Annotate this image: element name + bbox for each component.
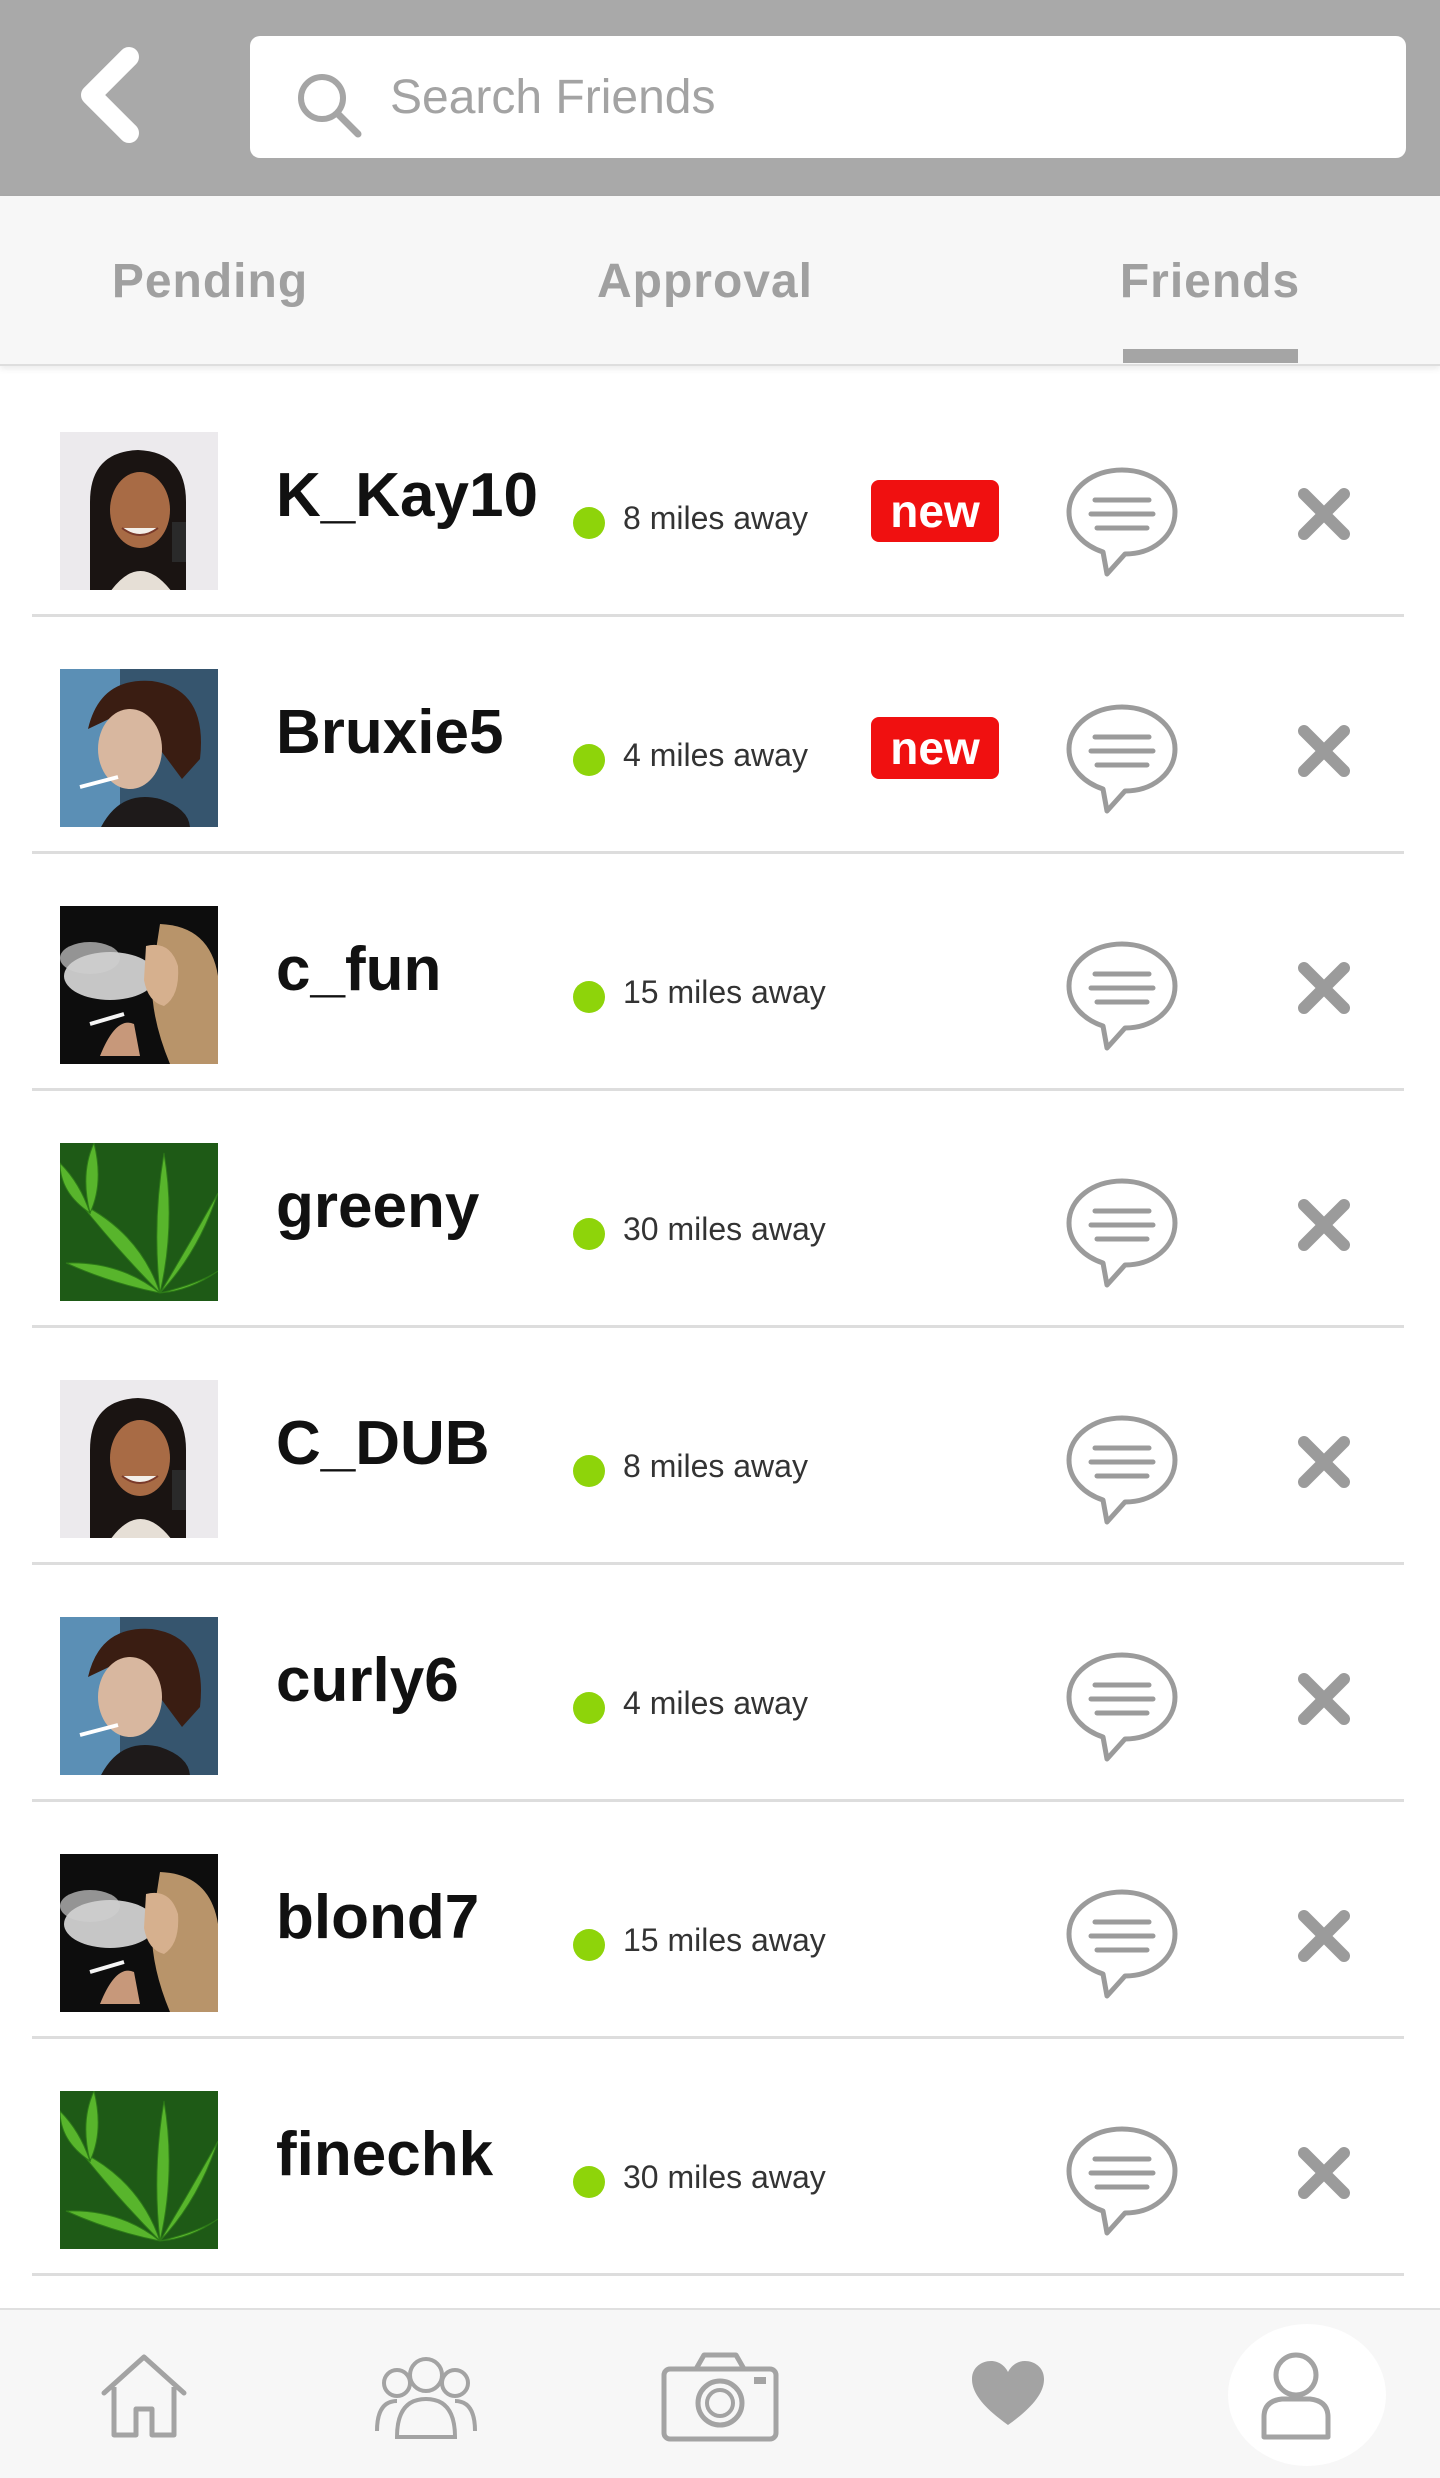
remove-friend-button[interactable] bbox=[1294, 1906, 1354, 1966]
chat-button[interactable] bbox=[1063, 462, 1181, 580]
close-icon bbox=[1298, 2147, 1350, 2199]
chat-button[interactable] bbox=[1063, 936, 1181, 1054]
remove-friend-button[interactable] bbox=[1294, 1195, 1354, 1255]
username[interactable]: C_DUB bbox=[276, 1408, 490, 1479]
profile-icon bbox=[1261, 2352, 1331, 2440]
username[interactable]: blond7 bbox=[276, 1882, 479, 1953]
chat-button[interactable] bbox=[1063, 1173, 1181, 1291]
username[interactable]: finechk bbox=[276, 2119, 493, 2190]
username[interactable]: curly6 bbox=[276, 1645, 459, 1716]
friend-row[interactable]: finechk 30 miles away bbox=[0, 2039, 1440, 2276]
close-icon bbox=[1298, 1673, 1350, 1725]
online-status-dot bbox=[573, 981, 605, 1013]
chat-bubble-icon bbox=[1066, 1889, 1178, 1999]
chat-bubble-icon bbox=[1066, 467, 1178, 577]
close-icon bbox=[1298, 1910, 1350, 1962]
close-icon bbox=[1298, 962, 1350, 1014]
friend-row[interactable]: curly6 4 miles away bbox=[0, 1565, 1440, 1802]
row-divider bbox=[32, 2273, 1404, 2276]
online-status-dot bbox=[573, 1692, 605, 1724]
remove-friend-button[interactable] bbox=[1294, 1432, 1354, 1492]
avatar[interactable] bbox=[60, 1854, 218, 2012]
tab-bar: Pending Approval Friends bbox=[0, 196, 1440, 366]
chat-button[interactable] bbox=[1063, 2121, 1181, 2239]
camera-icon bbox=[661, 2352, 779, 2442]
home-icon bbox=[101, 2354, 187, 2438]
search-input[interactable] bbox=[390, 58, 1350, 136]
distance-label: 4 miles away bbox=[623, 1685, 808, 1721]
friend-row[interactable]: C_DUB 8 miles away bbox=[0, 1328, 1440, 1565]
friend-row[interactable]: c_fun 15 miles away bbox=[0, 854, 1440, 1091]
online-status-dot bbox=[573, 2166, 605, 2198]
chat-bubble-icon bbox=[1066, 941, 1178, 1051]
remove-friend-button[interactable] bbox=[1294, 721, 1354, 781]
close-icon bbox=[1298, 488, 1350, 540]
nav-camera[interactable] bbox=[660, 2340, 780, 2450]
distance-label: 15 miles away bbox=[623, 974, 826, 1010]
distance-label: 30 miles away bbox=[623, 1211, 826, 1247]
close-icon bbox=[1298, 1436, 1350, 1488]
chat-bubble-icon bbox=[1066, 704, 1178, 814]
chat-bubble-icon bbox=[1066, 1178, 1178, 1288]
back-button[interactable] bbox=[62, 40, 162, 150]
close-icon bbox=[1298, 1199, 1350, 1251]
chat-bubble-icon bbox=[1066, 1652, 1178, 1762]
avatar[interactable] bbox=[60, 2091, 218, 2249]
friend-row[interactable]: Bruxie5 4 miles away new bbox=[0, 617, 1440, 854]
close-icon bbox=[1298, 725, 1350, 777]
nav-favorites[interactable] bbox=[948, 2340, 1068, 2450]
distance-label: 15 miles away bbox=[623, 1922, 826, 1958]
search-bar[interactable] bbox=[250, 36, 1406, 158]
chat-bubble-icon bbox=[1066, 1415, 1178, 1525]
chat-button[interactable] bbox=[1063, 1884, 1181, 2002]
username[interactable]: Bruxie5 bbox=[276, 697, 503, 768]
avatar[interactable] bbox=[60, 1617, 218, 1775]
group-icon bbox=[375, 2357, 477, 2439]
online-status-dot bbox=[573, 744, 605, 776]
chat-button[interactable] bbox=[1063, 1647, 1181, 1765]
friend-row[interactable]: greeny 30 miles away bbox=[0, 1091, 1440, 1328]
username[interactable]: K_Kay10 bbox=[276, 460, 538, 531]
online-status-dot bbox=[573, 507, 605, 539]
distance-label: 30 miles away bbox=[623, 2159, 826, 2195]
username[interactable]: c_fun bbox=[276, 934, 441, 1005]
online-status-dot bbox=[573, 1218, 605, 1250]
friend-row[interactable]: blond7 15 miles away bbox=[0, 1802, 1440, 2039]
nav-groups[interactable] bbox=[366, 2340, 486, 2450]
avatar[interactable] bbox=[60, 1143, 218, 1301]
online-status-dot bbox=[573, 1929, 605, 1961]
tab-approval[interactable]: Approval bbox=[560, 196, 850, 366]
top-bar bbox=[0, 0, 1440, 196]
avatar[interactable] bbox=[60, 669, 218, 827]
remove-friend-button[interactable] bbox=[1294, 1669, 1354, 1729]
chat-bubble-icon bbox=[1066, 2126, 1178, 2236]
new-badge: new bbox=[871, 717, 999, 779]
remove-friend-button[interactable] bbox=[1294, 484, 1354, 544]
bottom-nav bbox=[0, 2308, 1440, 2478]
search-icon bbox=[298, 74, 362, 138]
nav-profile[interactable] bbox=[1236, 2340, 1356, 2450]
friend-row[interactable]: K_Kay10 8 miles away new bbox=[0, 380, 1440, 617]
online-status-dot bbox=[573, 1455, 605, 1487]
distance-label: 8 miles away bbox=[623, 1448, 808, 1484]
remove-friend-button[interactable] bbox=[1294, 2143, 1354, 2203]
remove-friend-button[interactable] bbox=[1294, 958, 1354, 1018]
tab-pending[interactable]: Pending bbox=[60, 196, 360, 366]
avatar[interactable] bbox=[60, 1380, 218, 1538]
chat-button[interactable] bbox=[1063, 1410, 1181, 1528]
heart-icon bbox=[972, 2361, 1044, 2425]
active-tab-indicator bbox=[1123, 349, 1298, 363]
distance-label: 8 miles away bbox=[623, 500, 808, 536]
chevron-left-icon bbox=[81, 47, 139, 143]
chat-button[interactable] bbox=[1063, 699, 1181, 817]
new-badge: new bbox=[871, 480, 999, 542]
avatar[interactable] bbox=[60, 906, 218, 1064]
distance-label: 4 miles away bbox=[623, 737, 808, 773]
avatar[interactable] bbox=[60, 432, 218, 590]
nav-home[interactable] bbox=[84, 2340, 204, 2450]
username[interactable]: greeny bbox=[276, 1171, 479, 1242]
tab-friends[interactable]: Friends bbox=[1080, 196, 1340, 366]
